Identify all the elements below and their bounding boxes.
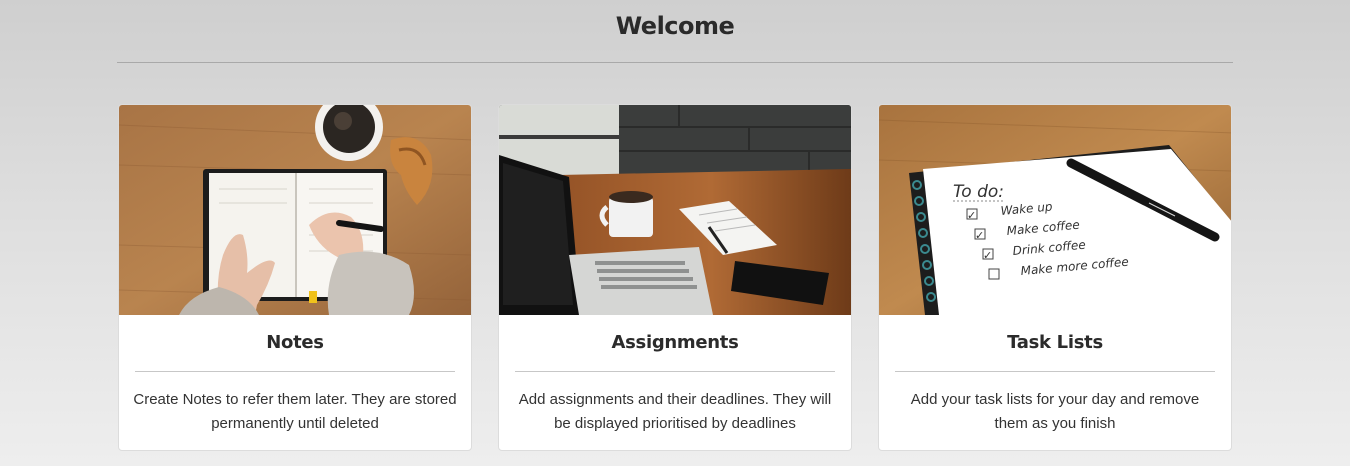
svg-text:✓: ✓ <box>975 229 984 242</box>
card-description: Add your task lists for your day and rem… <box>910 391 1200 432</box>
assignments-card[interactable]: Assignments Add assignments and their de… <box>498 104 852 451</box>
todo-heading: To do: <box>953 182 1004 202</box>
feature-cards: Notes Create Notes to refer them later. … <box>118 104 1232 451</box>
card-title: Task Lists <box>1007 332 1103 353</box>
laptop-desk-photo <box>499 105 851 315</box>
page-title: Welcome <box>615 12 735 40</box>
task-lists-card[interactable]: To do: ✓ Wake up ✓ Make coffee ✓ Drink c… <box>878 104 1232 451</box>
card-title: Assignments <box>611 332 739 353</box>
notes-card[interactable]: Notes Create Notes to refer them later. … <box>118 104 472 451</box>
card-description: Add assignments and their deadlines. The… <box>518 391 832 432</box>
todo-list-photo: To do: ✓ Wake up ✓ Make coffee ✓ Drink c… <box>879 105 1231 315</box>
page-header: Welcome <box>117 0 1233 63</box>
card-description: Create Notes to refer them later. They a… <box>133 391 457 432</box>
svg-text:✓: ✓ <box>983 249 992 262</box>
card-title: Notes <box>266 332 324 353</box>
notebook-writing-photo <box>119 105 471 315</box>
svg-text:✓: ✓ <box>967 209 976 222</box>
